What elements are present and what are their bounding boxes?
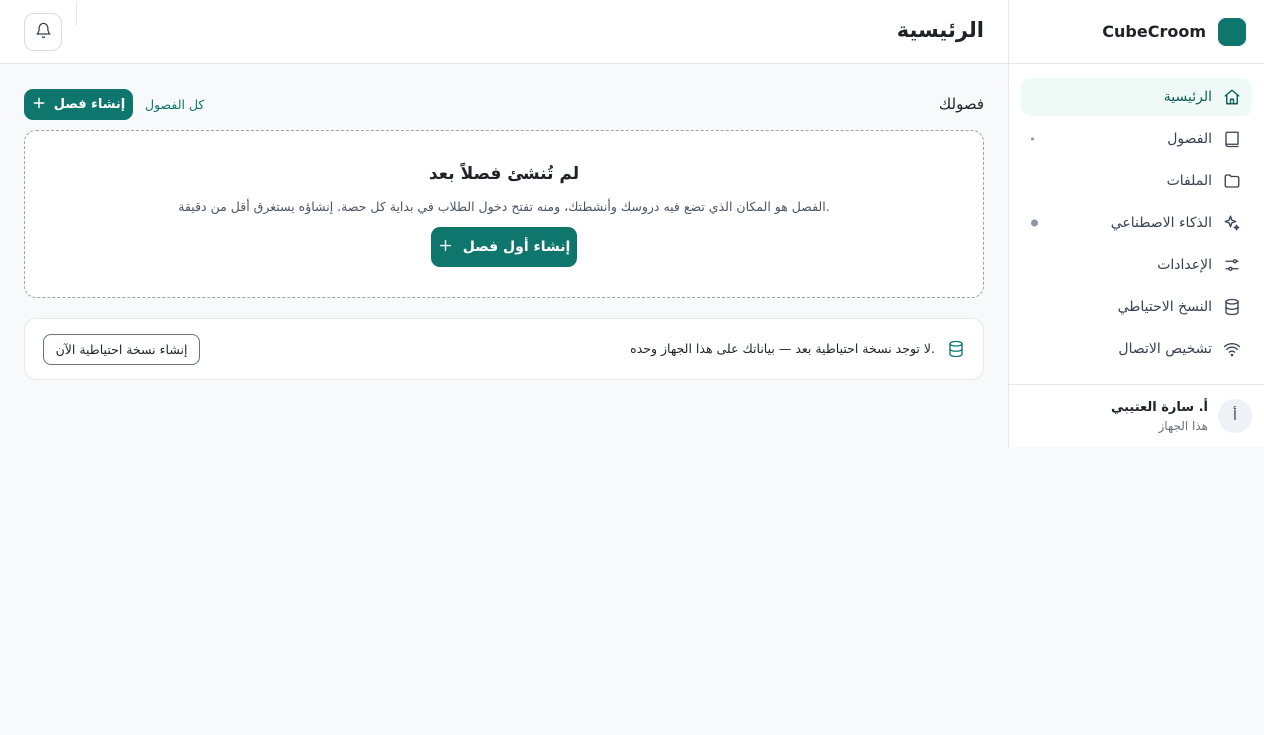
user-name: أ. سارة العتيبي <box>1110 399 1208 415</box>
backup-notice-card: لا توجد نسخة احتياطية بعد — بياناتك على … <box>24 318 984 380</box>
database-icon <box>1222 297 1242 317</box>
create-first-class-label: إنشاء أول فصل <box>462 239 571 255</box>
backup-message: لا توجد نسخة احتياطية بعد — بياناتك على … <box>630 341 935 356</box>
sidebar-item-label: النسخ الاحتياطي <box>1117 299 1212 315</box>
empty-state-title: لم تُنشئ فصلاً بعد <box>428 164 580 184</box>
sidebar-item-settings[interactable]: الإعدادات <box>1021 246 1252 284</box>
notifications-button[interactable] <box>24 13 62 51</box>
user-info: أ. سارة العتيبي هذا الجهاز <box>1111 400 1208 433</box>
sidebar-nav: الرئيسية الفصول الملفات الذكاء الاصطناعي… <box>1009 64 1264 368</box>
all-classes-link[interactable]: كل الفصول <box>145 97 204 112</box>
section-title: فصولك <box>938 95 984 113</box>
wifi-icon <box>1222 339 1242 359</box>
sidebar-item-backup[interactable]: النسخ الاحتياطي <box>1021 288 1252 326</box>
sidebar-item-label: تشخيص الاتصال <box>1118 341 1212 357</box>
sidebar-item-label: الإعدادات <box>1157 257 1212 273</box>
plus-icon <box>438 238 453 257</box>
page-title: الرئيسية <box>896 18 984 42</box>
home-icon <box>1222 87 1242 107</box>
sidebar-item-label: الرئيسية <box>1163 89 1212 105</box>
bell-icon <box>35 22 52 43</box>
folder-icon <box>1222 171 1242 191</box>
database-icon <box>947 340 965 358</box>
sidebar: CubeCroom الرئيسية الفصول الملفات الذكاء… <box>1008 0 1264 447</box>
create-class-button[interactable]: إنشاء فصل <box>24 89 133 120</box>
user-profile[interactable]: أ. سارة العتيبي هذا الجهاز أ <box>1009 384 1264 447</box>
avatar: أ <box>1218 399 1252 433</box>
top-header: الرئيسية <box>0 0 1008 64</box>
sliders-icon <box>1222 255 1242 275</box>
sidebar-item-classes[interactable]: الفصول <box>1021 120 1252 158</box>
brand-logo <box>1218 17 1246 46</box>
brand[interactable]: CubeCroom <box>1009 0 1264 64</box>
sidebar-item-label: الملفات <box>1166 173 1212 189</box>
ai-indicator-dot <box>1031 219 1038 227</box>
sidebar-item-files[interactable]: الملفات <box>1021 162 1252 200</box>
sidebar-item-diagnostics[interactable]: تشخيص الاتصال <box>1021 330 1252 368</box>
sidebar-item-home[interactable]: الرئيسية <box>1021 78 1252 116</box>
create-backup-button[interactable]: إنشاء نسخة احتياطية الآن <box>43 334 200 365</box>
sidebar-item-label: الذكاء الاصطناعي <box>1110 215 1212 231</box>
empty-state-description: الفصل هو المكان الذي تضع فيه دروسك وأنشط… <box>178 199 830 214</box>
sidebar-item-label: الفصول <box>1167 131 1212 147</box>
create-first-class-button[interactable]: إنشاء أول فصل <box>431 227 577 267</box>
empty-classes-state: لم تُنشئ فصلاً بعد الفصل هو المكان الذي … <box>24 130 984 298</box>
user-device-label: هذا الجهاز <box>1158 418 1209 433</box>
header-divider <box>76 2 77 26</box>
sidebar-item-ai[interactable]: الذكاء الاصطناعي <box>1021 204 1252 242</box>
create-class-label: إنشاء فصل <box>53 97 126 112</box>
plus-icon <box>32 96 46 114</box>
classes-indicator-dot <box>1031 137 1034 141</box>
sparkles-icon <box>1222 213 1242 233</box>
book-icon <box>1222 129 1242 149</box>
brand-name: CubeCroom <box>1102 22 1206 41</box>
classes-section-header: فصولك إنشاء فصل كل الفصول <box>24 89 984 120</box>
